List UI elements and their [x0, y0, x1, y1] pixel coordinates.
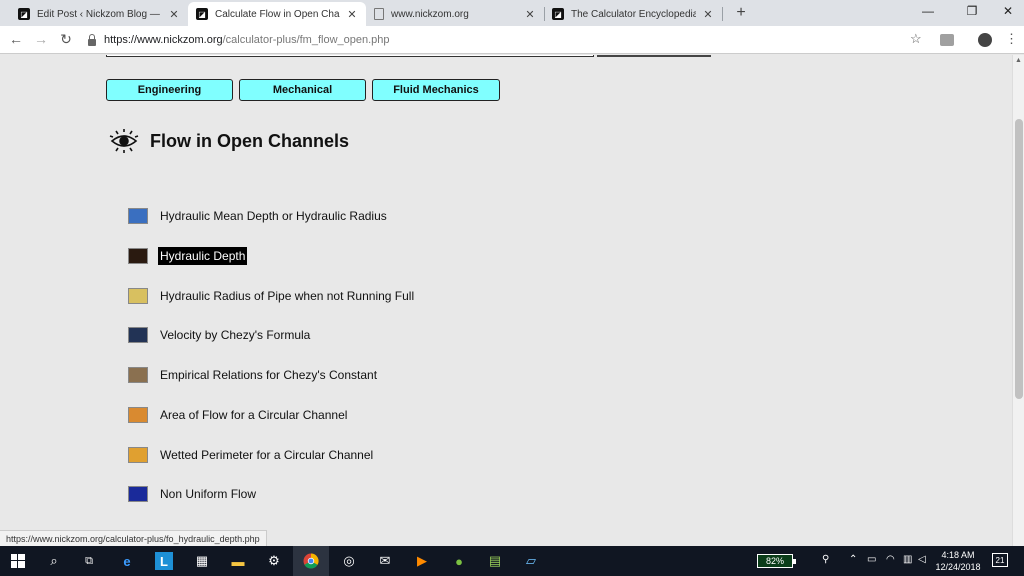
clock-time: 4:18 AM [941, 550, 975, 560]
list-item[interactable]: Hydraulic Depth [128, 246, 248, 266]
list-item[interactable]: Wetted Perimeter for a Circular Channel [128, 445, 375, 465]
calculator-thumbnail-icon [128, 248, 148, 264]
task-view-icon[interactable]: ⧉ [80, 552, 98, 570]
edge-browser-icon[interactable]: e [118, 552, 136, 570]
address-bar[interactable]: https://www.nickzom.org/calculator-plus/… [88, 30, 932, 50]
restore-button[interactable]: ❐ [962, 4, 982, 18]
back-arrow-icon[interactable]: ← [8, 31, 24, 47]
tab-title: Calculate Flow in Open Channels [215, 8, 340, 20]
volume-icon[interactable]: ◁ [918, 554, 926, 565]
battery-indicator: 82% [757, 554, 796, 568]
category-mechanical-button[interactable]: Mechanical [239, 79, 366, 101]
scrollbar-thumb[interactable] [1015, 119, 1023, 399]
calculator-thumbnail-icon [128, 288, 148, 304]
calculator-thumbnail-icon [128, 327, 148, 343]
circle-app-icon[interactable]: ◎ [340, 552, 358, 570]
url-path: /calculator-plus/fm_flow_open.php [222, 34, 390, 46]
calculator-thumbnail-icon [128, 447, 148, 463]
list-item-label[interactable]: Empirical Relations for Chezy's Constant [158, 366, 379, 384]
calculator-thumbnail-icon [128, 208, 148, 224]
window-close-button[interactable]: ✕ [998, 4, 1018, 18]
battery-tray-icon[interactable]: ▭ [867, 554, 876, 565]
url-host: https://www.nickzom.org [104, 34, 223, 46]
document-icon [374, 8, 384, 20]
category-engineering-button[interactable]: Engineering [106, 79, 233, 101]
windows-start-icon[interactable] [9, 552, 27, 570]
extension-icon[interactable] [940, 34, 954, 46]
browser-toolbar: ← → ↻ https://www.nickzom.org/calculator… [0, 26, 1024, 54]
chart-app-icon[interactable]: ▤ [486, 552, 504, 570]
eye-icon [108, 127, 140, 155]
list-item[interactable]: Non Uniform Flow [128, 484, 258, 504]
calculator-thumbnail-icon [128, 407, 148, 423]
reload-icon[interactable]: ↻ [58, 31, 74, 48]
list-item[interactable]: Area of Flow for a Circular Channel [128, 405, 349, 425]
settings-gear-icon[interactable]: ⚙ [265, 552, 283, 570]
chevron-up-icon[interactable]: ⌃ [849, 554, 857, 565]
file-explorer-icon[interactable]: ▬ [229, 552, 247, 570]
page-content: Engineering Mechanical Fluid Mechanics F… [0, 55, 1012, 546]
tab-edit-post[interactable]: ◪ Edit Post ‹ Nickzom Blog — Wor ✕ [10, 2, 188, 26]
tab-calculate-flow[interactable]: ◪ Calculate Flow in Open Channels ✕ [188, 2, 366, 26]
calculator-thumbnail-icon [128, 367, 148, 383]
search-icon[interactable]: ⌕ [45, 552, 63, 570]
clock-date: 12/24/2018 [935, 562, 981, 572]
taskbar-clock[interactable]: 4:18 AM 12/24/2018 [934, 549, 982, 573]
list-item-label[interactable]: Hydraulic Radius of Pipe when not Runnin… [158, 287, 416, 305]
link-status-url: https://www.nickzom.org/calculator-plus/… [0, 530, 267, 546]
chrome-icon[interactable] [302, 552, 320, 570]
new-tab-button[interactable]: + [733, 4, 749, 22]
notification-center-icon[interactable]: 21 [992, 553, 1008, 567]
people-icon[interactable]: ⚲ [822, 554, 829, 565]
tab-strip: ◪ Edit Post ‹ Nickzom Blog — Wor ✕ ◪ Cal… [0, 0, 1024, 26]
media-player-icon[interactable]: ▶ [413, 552, 431, 570]
android-icon[interactable]: ● [450, 552, 468, 570]
nickzom-favicon: ◪ [196, 8, 208, 20]
close-icon[interactable]: ✕ [524, 8, 536, 21]
list-item[interactable]: Velocity by Chezy's Formula [128, 325, 312, 345]
list-item-label[interactable]: Hydraulic Depth [158, 247, 248, 265]
menu-kebab-icon[interactable]: ⋮ [1005, 31, 1018, 47]
page-title: Flow in Open Channels [150, 130, 350, 151]
list-item-label[interactable]: Wetted Perimeter for a Circular Channel [158, 446, 375, 464]
search-button[interactable] [597, 55, 711, 57]
tab-nickzom[interactable]: www.nickzom.org ✕ [366, 2, 544, 26]
close-icon[interactable]: ✕ [702, 8, 714, 21]
page-heading: Flow in Open Channels [108, 127, 349, 155]
calculator-thumbnail-icon [128, 486, 148, 502]
notepad-app-icon[interactable]: ▱ [522, 552, 540, 570]
nickzom-favicon: ◪ [552, 8, 564, 20]
category-fluid-mechanics-button[interactable]: Fluid Mechanics [372, 79, 500, 101]
tab-title: www.nickzom.org [391, 8, 469, 20]
list-item-label[interactable]: Non Uniform Flow [158, 485, 258, 503]
list-item[interactable]: Hydraulic Radius of Pipe when not Runnin… [128, 286, 416, 306]
search-input[interactable] [106, 55, 594, 57]
network-icon[interactable]: ▥ [903, 554, 912, 565]
tab-calculator-encyclopedia[interactable]: ◪ The Calculator Encyclopedia Calc ✕ [544, 2, 722, 26]
forward-arrow-icon[interactable]: → [33, 31, 49, 47]
list-item-label[interactable]: Area of Flow for a Circular Channel [158, 406, 349, 424]
list-item[interactable]: Hydraulic Mean Depth or Hydraulic Radius [128, 206, 389, 226]
scroll-up-arrow-icon[interactable]: ▲ [1015, 57, 1022, 64]
close-icon[interactable]: ✕ [168, 8, 180, 21]
bookmark-star-icon[interactable]: ☆ [910, 31, 922, 47]
page-scrollbar[interactable]: ▲ [1012, 55, 1024, 546]
mail-icon[interactable]: ✉ [376, 552, 394, 570]
lock-icon [88, 33, 96, 46]
calculator-icon[interactable]: ▦ [193, 552, 211, 570]
list-item-label[interactable]: Hydraulic Mean Depth or Hydraulic Radius [158, 207, 389, 225]
close-icon[interactable]: ✕ [346, 8, 358, 21]
wifi-icon[interactable]: ◠ [886, 554, 895, 565]
tab-separator [722, 7, 723, 21]
minimize-button[interactable]: — [918, 4, 938, 18]
app-l-icon[interactable]: L [155, 552, 173, 570]
windows-taskbar: ⌕ ⧉ e L ▦ ▬ ⚙ ◎ ✉ ▶ ● ▤ ▱ 82% ⚲ ⌃ ▭ ◠ ▥ … [0, 546, 1024, 576]
list-item[interactable]: Empirical Relations for Chezy's Constant [128, 365, 379, 385]
profile-avatar[interactable] [978, 33, 992, 47]
list-item-label[interactable]: Velocity by Chezy's Formula [158, 326, 312, 344]
tab-title: The Calculator Encyclopedia Calc [571, 8, 696, 20]
tab-title: Edit Post ‹ Nickzom Blog — Wor [37, 8, 162, 20]
nickzom-favicon: ◪ [18, 8, 30, 20]
